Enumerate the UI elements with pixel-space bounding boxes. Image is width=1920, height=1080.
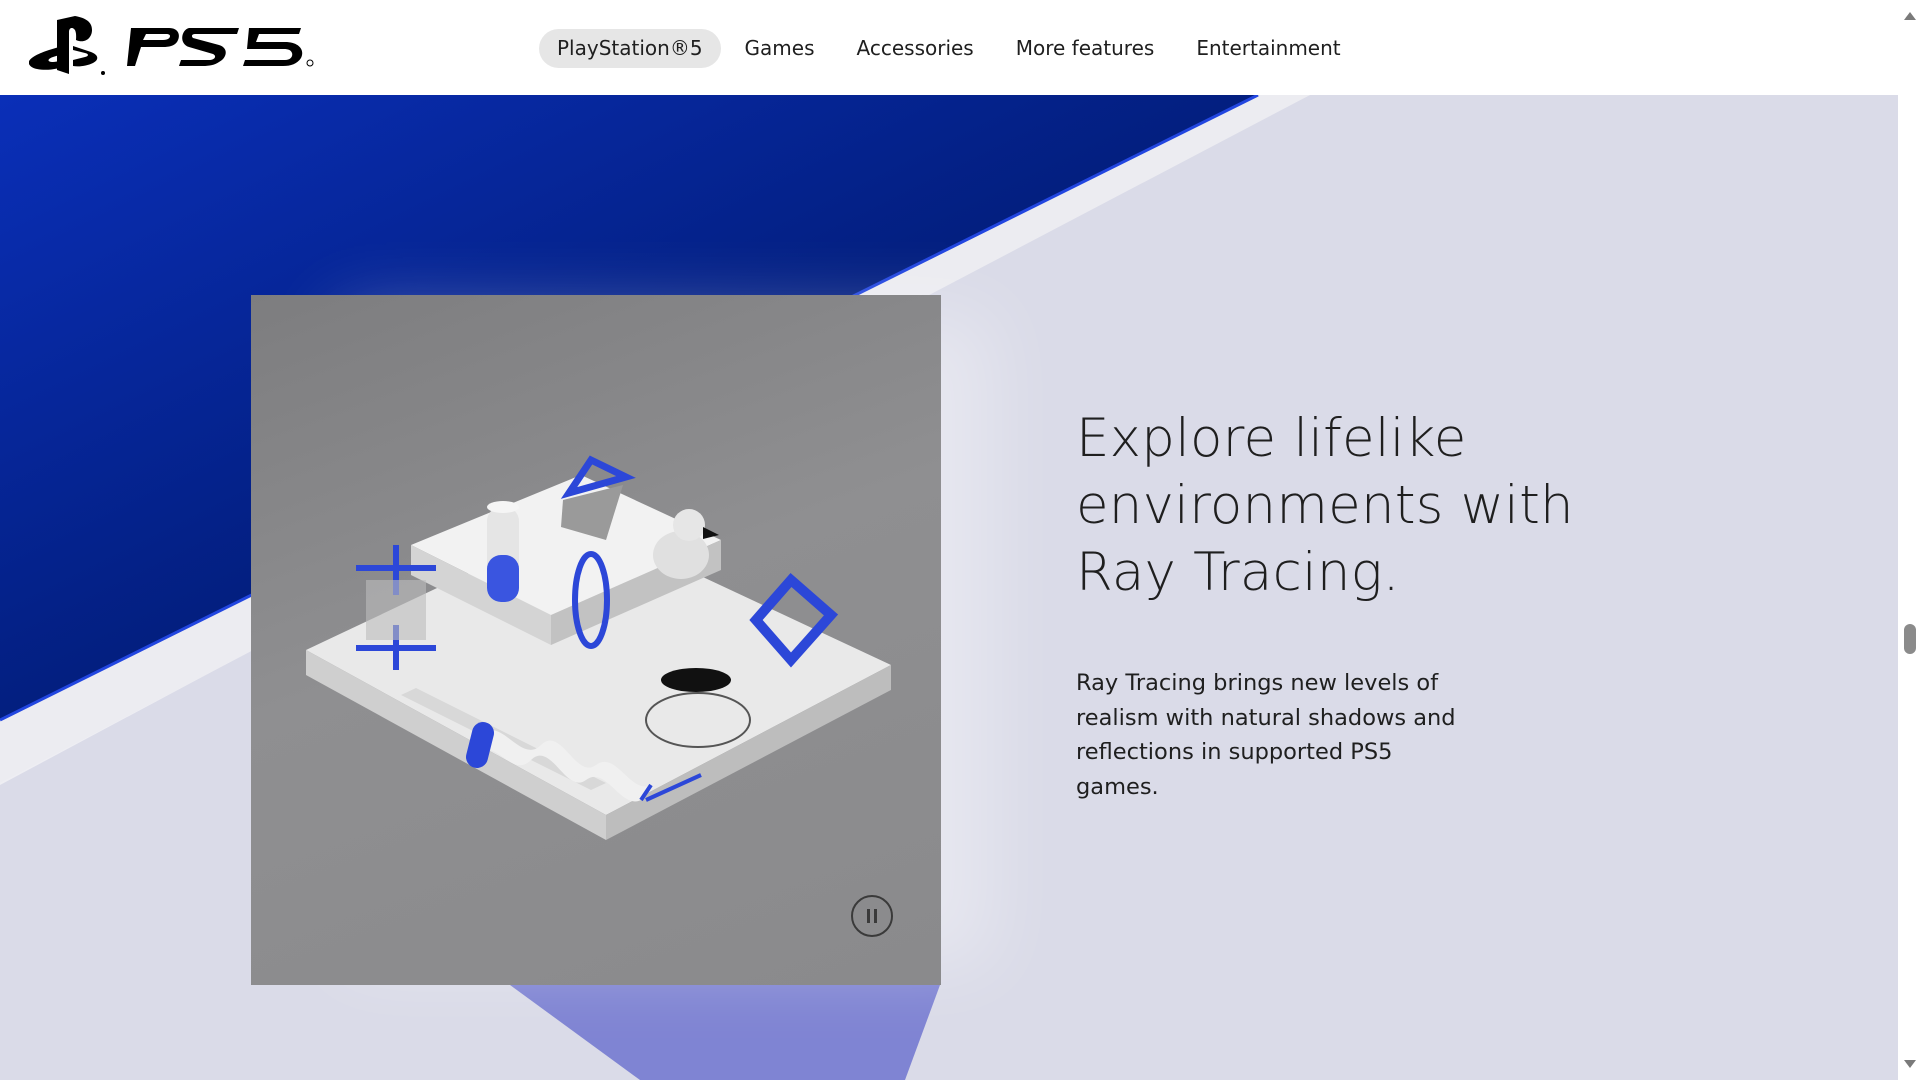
feature-headline: Explore lifelike environments with Ray T… xyxy=(1076,405,1676,606)
feature-description: Ray Tracing brings new levels of realism… xyxy=(1076,670,1456,800)
nav-item-accessories[interactable]: Accessories xyxy=(839,29,992,68)
scroll-up-arrow-icon[interactable] xyxy=(1904,12,1916,20)
ps5-logo[interactable] xyxy=(29,16,314,80)
top-navigation: PlayStation®5 Games Accessories More fea… xyxy=(0,0,1898,95)
ray-tracing-video[interactable] xyxy=(251,295,941,985)
nav-item-entertainment[interactable]: Entertainment xyxy=(1178,29,1358,68)
nav-item-playstation5[interactable]: PlayStation®5 xyxy=(539,29,721,68)
nav-item-more-features[interactable]: More features xyxy=(998,29,1173,68)
pause-button[interactable] xyxy=(851,895,893,937)
scroll-thumb[interactable] xyxy=(1904,624,1916,654)
feature-headline-line: environments with xyxy=(1076,475,1574,536)
pause-icon xyxy=(867,909,870,923)
feature-headline-line: Ray Tracing. xyxy=(1076,542,1400,603)
feature-headline-line: Explore lifelike xyxy=(1076,408,1467,469)
scroll-down-arrow-icon[interactable] xyxy=(1904,1060,1916,1068)
ray-tracing-illustration xyxy=(306,455,891,840)
vertical-scrollbar[interactable] xyxy=(1898,0,1920,1080)
pause-icon-bar xyxy=(874,909,877,923)
main-nav: PlayStation®5 Games Accessories More fea… xyxy=(539,29,1359,68)
playstation-logo-icon xyxy=(29,16,314,75)
nav-item-games[interactable]: Games xyxy=(727,29,833,68)
